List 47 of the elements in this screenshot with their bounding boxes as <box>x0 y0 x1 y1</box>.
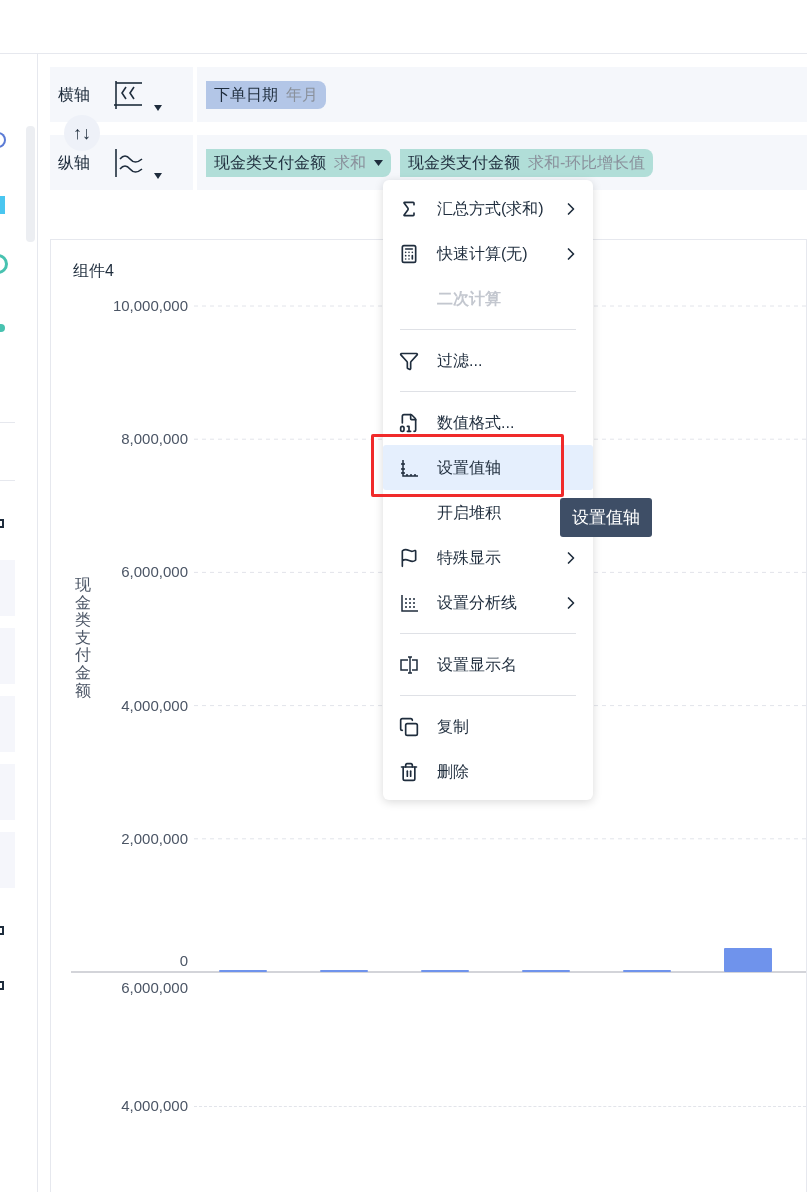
calculator-icon <box>399 243 419 264</box>
copy-icon <box>399 716 419 737</box>
axis-title: 现金类支付金额 <box>75 576 91 700</box>
field-name: 现金类支付金额 <box>408 152 520 173</box>
axis-tick-label: 2,000,000 <box>121 829 188 847</box>
menu-item[interactable]: 设置分析线 <box>383 580 593 625</box>
axis-label: 纵轴 <box>58 152 90 173</box>
menu-item[interactable]: 过滤... <box>383 338 593 383</box>
menu-item[interactable]: 设置值轴 <box>383 445 593 490</box>
bar <box>724 948 772 972</box>
menu-item[interactable]: 汇总方式(求和) <box>383 186 593 231</box>
menu-item[interactable]: 快速计算(无) <box>383 231 593 276</box>
number-format-icon <box>399 412 419 433</box>
menu-item[interactable]: 特殊显示 <box>383 535 593 580</box>
trash-icon <box>399 761 419 782</box>
menu-item[interactable]: 删除 <box>383 749 593 794</box>
vertical-axis-icon <box>112 146 144 179</box>
axis-tick-label: 0 <box>179 952 188 969</box>
horizontal-axis-icon <box>112 78 144 111</box>
aggregation-label: 求和-环比增长值 <box>528 152 646 173</box>
menu-item[interactable]: 数值格式... <box>383 400 593 445</box>
caret-icon[interactable] <box>374 159 383 166</box>
aggregation-label: 求和 <box>334 152 366 173</box>
tooltip: 设置值轴 <box>560 498 652 537</box>
field-chip[interactable]: 下单日期 年月 <box>206 80 326 109</box>
flag-icon <box>399 547 419 568</box>
field-name: 下单日期 <box>214 84 278 105</box>
filter-icon <box>399 350 419 371</box>
axis-tick-label: 6,000,000 <box>120 978 188 998</box>
field-chip[interactable]: 现金类支付金额 求和 <box>206 148 391 177</box>
analysis-line-icon <box>399 592 419 613</box>
caret-icon[interactable] <box>154 104 162 111</box>
axis-tick-label: 6,000,000 <box>121 563 188 581</box>
field-name: 现金类支付金额 <box>214 152 326 173</box>
menu-item[interactable]: 复制 <box>383 704 593 749</box>
caret-icon[interactable] <box>154 172 162 179</box>
chart-title: 组件4 <box>73 261 114 281</box>
aggregation-label: 年月 <box>286 84 318 105</box>
rename-icon <box>399 654 419 675</box>
axis-tick-label: 4,000,000 <box>120 1096 188 1116</box>
axis-icon <box>399 457 419 478</box>
field-chip[interactable]: 现金类支付金额 求和-环比增长值 <box>400 148 654 177</box>
menu-item[interactable]: 设置显示名 <box>383 642 593 687</box>
axis-tick-label: 8,000,000 <box>121 430 188 448</box>
axis-label: 横轴 <box>58 84 90 105</box>
axis-tick-label: 4,000,000 <box>121 696 188 714</box>
axis-tick-label: 10,000,000 <box>112 297 188 314</box>
